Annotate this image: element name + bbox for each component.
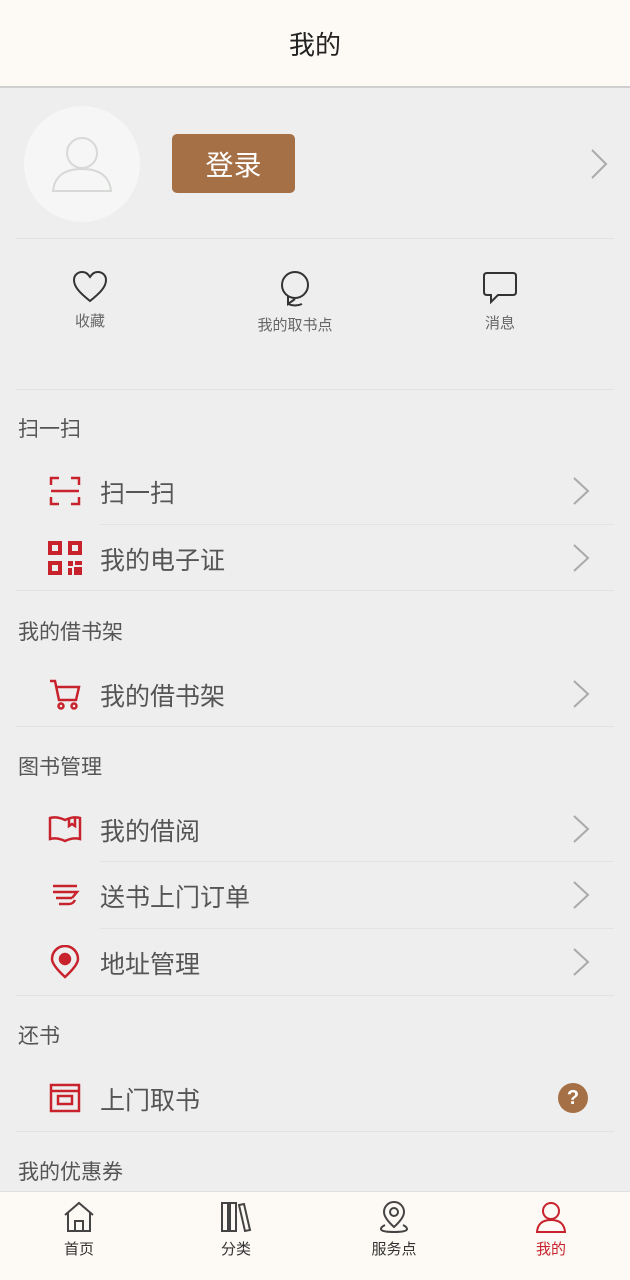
cart-icon (46, 676, 84, 712)
row-scan[interactable]: 扫一扫 (0, 458, 630, 524)
section-title-coupons: 我的优惠券 (18, 1160, 123, 1184)
chevron-right-icon[interactable] (590, 148, 608, 184)
quick-pickup-point-label: 我的取书点 (257, 316, 333, 334)
tab-mine-label: 我的 (535, 1240, 566, 1258)
section-title-shelf: 我的借书架 (18, 620, 123, 644)
row-borrowing-label: 我的借阅 (100, 817, 201, 846)
scan-icon (46, 473, 84, 509)
book-icon (46, 811, 84, 847)
message-icon (483, 272, 517, 305)
quick-messages-label: 消息 (484, 314, 515, 332)
divider (16, 995, 614, 996)
avatar[interactable] (24, 106, 140, 222)
row-delivery-orders[interactable]: 送书上门订单 (0, 862, 630, 928)
heart-icon (72, 270, 108, 303)
divider (16, 590, 614, 591)
map-pin-icon (46, 944, 84, 980)
login-button[interactable]: 登录 (172, 134, 295, 193)
delivery-icon (46, 877, 84, 913)
row-scan-label: 扫一扫 (100, 479, 176, 508)
profile-card[interactable]: 登录 (0, 90, 630, 240)
tab-mine[interactable]: 我的 (486, 1200, 616, 1259)
pickup-box-icon (46, 1080, 84, 1116)
divider (16, 389, 614, 390)
user-icon (535, 1202, 567, 1233)
user-avatar-icon (51, 137, 113, 192)
row-shelf[interactable]: 我的借书架 (0, 661, 630, 727)
section-title-manage: 图书管理 (18, 755, 102, 779)
quick-favorites-label: 收藏 (74, 312, 105, 330)
row-e-card[interactable]: 我的电子证 (0, 525, 630, 591)
divider (16, 238, 614, 239)
service-point-icon (379, 1201, 409, 1234)
chevron-right-icon (572, 947, 590, 981)
row-shelf-label: 我的借书架 (100, 682, 226, 711)
tab-categories[interactable]: 分类 (171, 1200, 301, 1259)
page-title: 我的 (288, 30, 341, 61)
quick-actions: 收藏 我的取书点 消息 (0, 260, 630, 370)
qr-code-icon (46, 540, 84, 576)
tab-home[interactable]: 首页 (14, 1200, 144, 1259)
divider (16, 1131, 614, 1132)
help-icon[interactable]: ? (558, 1083, 588, 1113)
row-address-label: 地址管理 (100, 950, 201, 979)
chevron-right-icon (572, 880, 590, 914)
home-icon (64, 1201, 94, 1232)
section-title-scan: 扫一扫 (18, 417, 81, 441)
divider (16, 726, 614, 727)
chevron-right-icon (572, 476, 590, 510)
row-delivery-orders-label: 送书上门订单 (100, 883, 251, 912)
chevron-right-icon (572, 679, 590, 713)
bottom-tab-bar: 首页 分类 服务点 我的 (0, 1191, 630, 1280)
location-pin-icon (281, 271, 309, 307)
quick-pickup-point[interactable]: 我的取书点 (215, 270, 375, 335)
chevron-right-icon (572, 814, 590, 848)
tab-categories-label: 分类 (220, 1240, 251, 1258)
books-icon (221, 1202, 252, 1233)
page-header: 我的 (0, 0, 630, 88)
row-e-card-label: 我的电子证 (100, 546, 226, 575)
section-title-return: 还书 (18, 1024, 60, 1048)
tab-service-points-label: 服务点 (371, 1240, 417, 1258)
quick-messages[interactable]: 消息 (420, 270, 580, 333)
row-address[interactable]: 地址管理 (0, 929, 630, 995)
tab-service-points[interactable]: 服务点 (329, 1200, 459, 1259)
quick-favorites[interactable]: 收藏 (10, 270, 170, 331)
row-home-pickup-label: 上门取书 (100, 1086, 201, 1115)
tab-home-label: 首页 (63, 1240, 94, 1258)
row-home-pickup[interactable]: 上门取书 ? (0, 1065, 630, 1131)
chevron-right-icon (572, 543, 590, 577)
row-borrowing[interactable]: 我的借阅 (0, 796, 630, 862)
